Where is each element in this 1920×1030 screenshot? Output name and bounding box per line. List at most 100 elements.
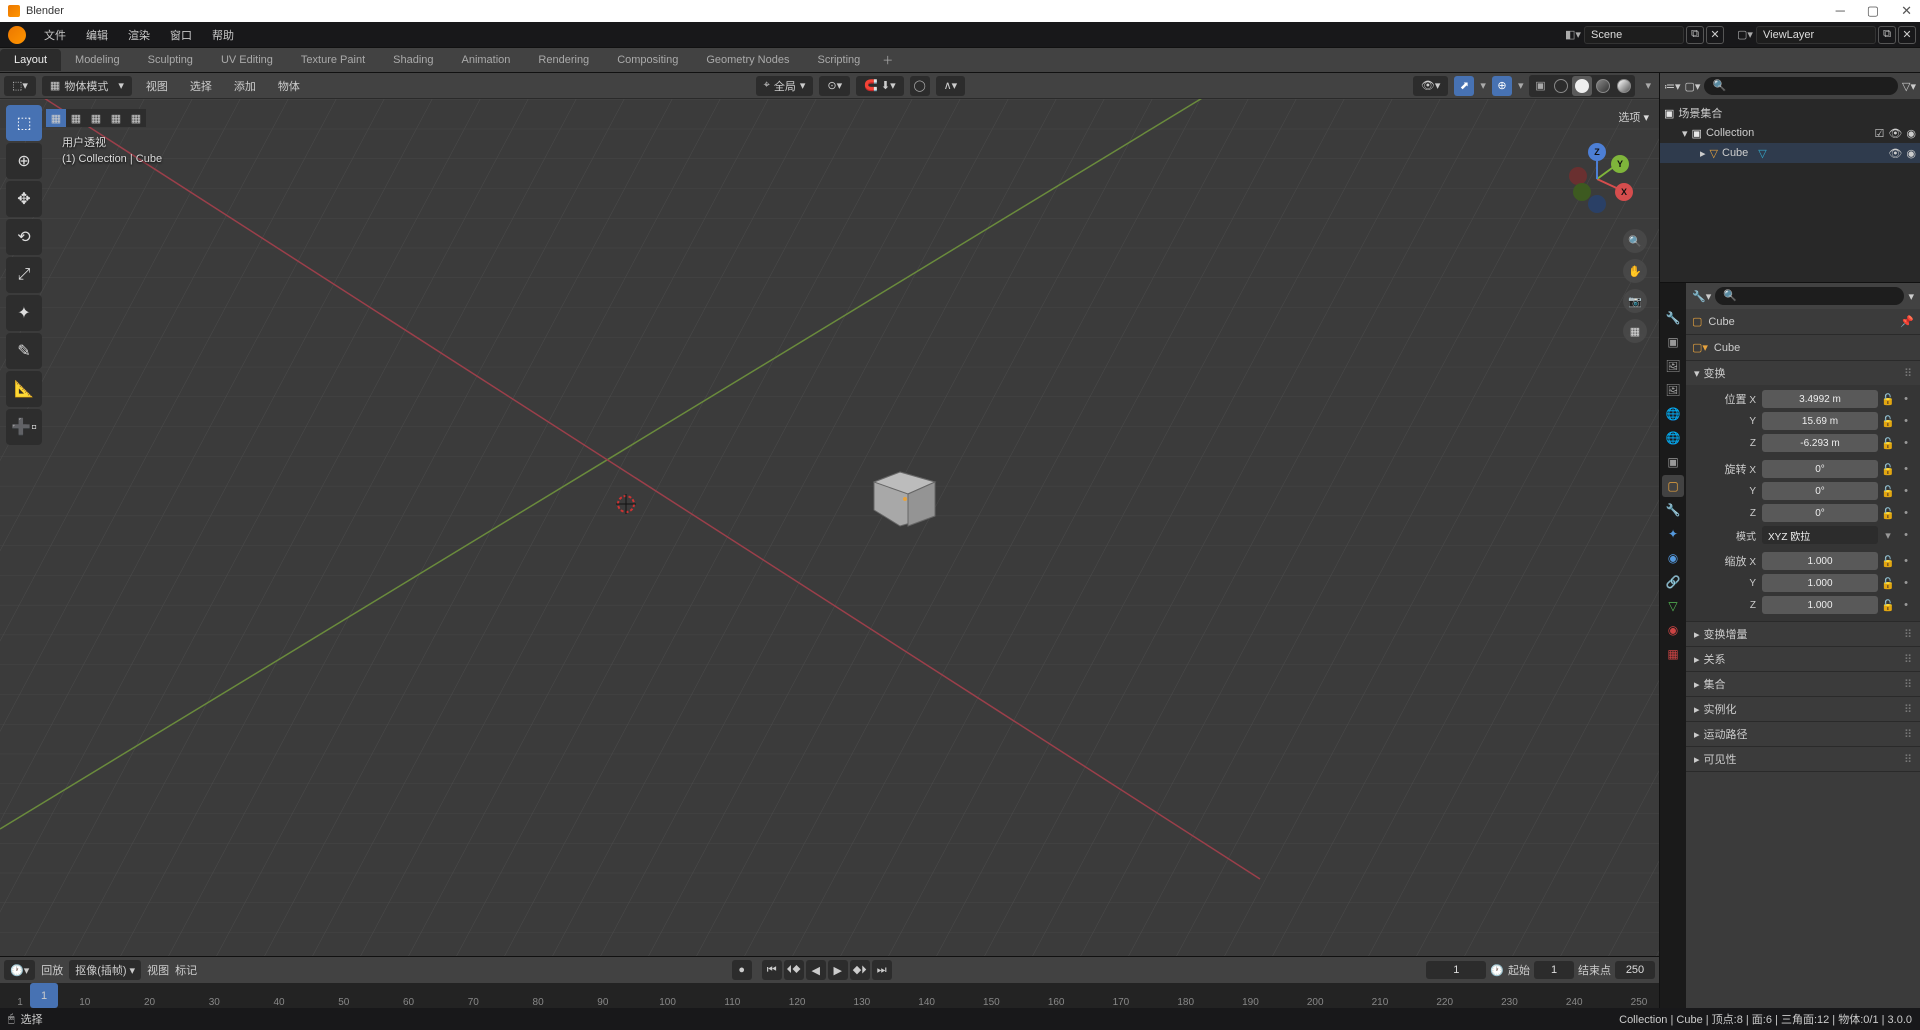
current-frame-input[interactable] — [1426, 961, 1486, 979]
menu-window[interactable]: 窗口 — [160, 23, 202, 47]
close-button[interactable]: ✕ — [1901, 3, 1912, 19]
tab-sculpting[interactable]: Sculpting — [134, 49, 207, 71]
menu-help[interactable]: 帮助 — [202, 23, 244, 47]
menu-markers[interactable]: 标记 — [175, 962, 197, 978]
lock-scl-y[interactable]: 🔓 — [1880, 574, 1896, 592]
tool-rotate[interactable]: ⟲ — [6, 219, 42, 255]
scale-z-field[interactable]: 1.000 — [1762, 596, 1878, 614]
pivot-dropdown[interactable]: ⊙▾ — [819, 76, 850, 96]
jump-start-button[interactable]: ⏮ — [762, 960, 782, 980]
ptab-collection[interactable]: ▣ — [1662, 451, 1684, 473]
rotation-x-field[interactable]: 0° — [1762, 460, 1878, 478]
cube-eye-icon[interactable]: 👁 — [1888, 147, 1902, 160]
cube-render-icon[interactable]: ◉ — [1906, 147, 1916, 160]
menu-object[interactable]: 物体 — [270, 76, 308, 96]
menu-file[interactable]: 文件 — [34, 23, 76, 47]
menu-playback[interactable]: 回放 — [41, 962, 63, 978]
menu-render[interactable]: 渲染 — [118, 23, 160, 47]
tool-transform[interactable]: ✦ — [6, 295, 42, 331]
zoom-button[interactable]: 🔍 — [1623, 229, 1647, 253]
shading-material[interactable] — [1593, 76, 1613, 96]
ptab-tool[interactable]: 🔧 — [1662, 307, 1684, 329]
location-y-field[interactable]: 15.69 m — [1762, 412, 1878, 430]
menu-edit[interactable]: 编辑 — [76, 23, 118, 47]
shading-rendered[interactable] — [1614, 76, 1634, 96]
playhead[interactable]: 1 — [30, 983, 58, 1008]
axis-y[interactable]: Y — [1611, 155, 1629, 173]
keyframe-prev-button[interactable]: ⏴◆ — [784, 960, 804, 980]
tab-texture[interactable]: Texture Paint — [287, 49, 379, 71]
panel-header-transform[interactable]: ▾ 变换⠿ — [1686, 361, 1920, 385]
tab-uv[interactable]: UV Editing — [207, 49, 287, 71]
collection-render-icon[interactable]: ◉ — [1906, 127, 1916, 140]
cube-object[interactable] — [870, 464, 950, 544]
ptab-viewlayer[interactable]: 🖼 — [1662, 379, 1684, 401]
tool-cursor[interactable]: ⊕ — [6, 143, 42, 179]
camera-view-button[interactable]: 📷 — [1623, 289, 1647, 313]
gizmo-toggle[interactable]: ⬈ — [1454, 76, 1474, 96]
proportional-edit-toggle[interactable]: ◯ — [910, 76, 930, 96]
lock-rot-z[interactable]: 🔓 — [1880, 504, 1896, 522]
tab-shading[interactable]: Shading — [379, 49, 447, 71]
snap-toggle[interactable]: 🧲 ⬇▾ — [856, 76, 904, 96]
scale-x-field[interactable]: 1.000 — [1762, 552, 1878, 570]
proportional-falloff-dropdown[interactable]: ∧▾ — [936, 76, 966, 96]
xray-toggle[interactable]: ▣ — [1530, 76, 1550, 96]
panel-header-delta[interactable]: ▸ 变换增量⠿ — [1686, 622, 1920, 646]
rotation-z-field[interactable]: 0° — [1762, 504, 1878, 522]
props-editor-dropdown[interactable]: 🔧▾ — [1692, 290, 1711, 303]
add-workspace-button[interactable]: ＋ — [874, 48, 901, 72]
autokey-toggle[interactable]: ● — [732, 960, 752, 980]
ptab-object[interactable]: ▢ — [1662, 475, 1684, 497]
lock-loc-y[interactable]: 🔓 — [1880, 412, 1896, 430]
outliner-editor-dropdown[interactable]: ≔▾ — [1664, 80, 1681, 93]
props-options-dropdown[interactable]: ▾ — [1908, 290, 1914, 303]
new-layer-button[interactable]: ⧉ — [1878, 26, 1896, 44]
ptab-texture[interactable]: ▦ — [1662, 643, 1684, 665]
pan-button[interactable]: ✋ — [1623, 259, 1647, 283]
lock-rot-y[interactable]: 🔓 — [1880, 482, 1896, 500]
scene-browse-icon[interactable]: ◧▾ — [1564, 26, 1582, 44]
tool-scale[interactable]: ⤢ — [6, 257, 42, 293]
lock-scl-z[interactable]: 🔓 — [1880, 596, 1896, 614]
delete-layer-button[interactable]: ✕ — [1898, 26, 1916, 44]
lock-loc-z[interactable]: 🔓 — [1880, 434, 1896, 452]
ptab-world[interactable]: 🌐 — [1662, 427, 1684, 449]
play-button[interactable]: ▶ — [828, 960, 848, 980]
menu-view[interactable]: 视图 — [138, 76, 176, 96]
axis-neg-y[interactable] — [1573, 183, 1591, 201]
rotation-mode-dropdown[interactable]: XYZ 欧拉 — [1762, 526, 1878, 544]
scene-name-input[interactable] — [1584, 26, 1684, 44]
panel-header-relations[interactable]: ▸ 关系⠿ — [1686, 647, 1920, 671]
ptab-particles[interactable]: ✦ — [1662, 523, 1684, 545]
blender-logo-icon[interactable] — [8, 26, 26, 44]
tool-move[interactable]: ✥ — [6, 181, 42, 217]
outliner-display-dropdown[interactable]: ▢▾ — [1685, 80, 1701, 93]
outliner-filter-dropdown[interactable]: ▽▾ — [1902, 80, 1916, 93]
panel-header-motion[interactable]: ▸ 运动路径⠿ — [1686, 722, 1920, 746]
jump-end-button[interactable]: ⏭ — [872, 960, 892, 980]
tab-geonodes[interactable]: Geometry Nodes — [692, 49, 803, 71]
rotation-y-field[interactable]: 0° — [1762, 482, 1878, 500]
pin-icon[interactable]: 📌 — [1900, 315, 1914, 328]
tab-rendering[interactable]: Rendering — [524, 49, 603, 71]
overlay-toggle[interactable]: ⊕ — [1492, 76, 1512, 96]
outliner-row-cube[interactable]: ▸▽Cube ▽ 👁◉ — [1660, 143, 1920, 163]
shading-wireframe[interactable] — [1551, 76, 1571, 96]
nav-gizmo[interactable]: X Y Z — [1557, 139, 1637, 219]
end-frame-input[interactable] — [1615, 961, 1655, 979]
collection-check[interactable]: ☑ — [1875, 127, 1885, 140]
tab-modeling[interactable]: Modeling — [61, 49, 134, 71]
shading-solid[interactable] — [1572, 76, 1592, 96]
timeline-track[interactable]: 1 11020304050607080901001101201301401501… — [0, 983, 1659, 1008]
select-box-btn[interactable]: ▦ — [46, 109, 66, 127]
new-scene-button[interactable]: ⧉ — [1686, 26, 1704, 44]
ptab-scene[interactable]: 🌐 — [1662, 403, 1684, 425]
lock-scl-x[interactable]: 🔓 — [1880, 552, 1896, 570]
menu-add[interactable]: 添加 — [226, 76, 264, 96]
axis-neg-x[interactable] — [1569, 167, 1587, 185]
lock-loc-x[interactable]: 🔓 — [1880, 390, 1896, 408]
viewlayer-name-input[interactable] — [1756, 26, 1876, 44]
maximize-button[interactable]: ▢ — [1867, 3, 1879, 19]
panel-header-collections[interactable]: ▸ 集合⠿ — [1686, 672, 1920, 696]
